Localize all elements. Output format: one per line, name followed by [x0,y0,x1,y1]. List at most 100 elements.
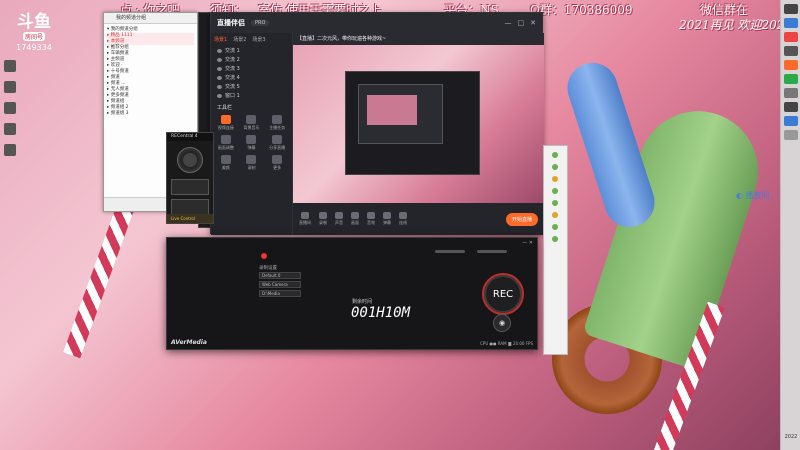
source-row[interactable]: 交流 5 [211,82,292,91]
minimize-icon[interactable]: — [505,19,512,27]
start-live-button[interactable]: 开始直播 [505,212,538,226]
path-field[interactable]: D:\Media [259,290,301,297]
control-dial[interactable] [177,147,203,173]
performance-status: CPU ●● RAM ◙ 20.00 FPS [480,341,533,346]
desktop-app-icon[interactable] [4,123,16,135]
close-icon[interactable]: ✕ [529,240,533,246]
bottom-tool[interactable]: 直播间 [299,212,311,226]
stream-preview[interactable]: 【直播】二次元风，带你玩遍各种游戏~ [293,33,544,203]
live-control-label[interactable]: Live Control [167,214,213,223]
desktop-app-icon[interactable] [4,144,16,156]
bottom-tool[interactable]: 弹幕 [383,212,391,226]
format-select[interactable]: Web Camera [259,281,301,288]
scene-panel: 场景1 场景2 场景3 交流 1 交流 2 交流 3 交流 4 交流 5 窗口 … [211,33,293,235]
tool-label: 画面调整 [217,145,234,150]
bottom-tool[interactable]: 音效 [367,212,375,226]
close-icon[interactable]: ✕ [530,19,536,27]
maximize-icon[interactable]: □ [518,19,525,27]
source-row[interactable]: 交流 4 [211,73,292,82]
desktop-app-icon[interactable] [4,81,16,93]
chat-dot-icon[interactable] [552,188,558,194]
taskbar-app-icon[interactable] [783,4,798,14]
source-row[interactable]: 交流 1 [211,46,292,55]
eye-icon[interactable] [217,57,222,62]
taskbar-clock: 2022 [784,434,798,440]
taskbar-app-icon[interactable] [783,88,798,98]
source-row[interactable]: 交流 2 [211,55,292,64]
source-select[interactable]: Default 0 [259,272,301,279]
camera-icon: ◉ [498,319,506,327]
bottom-tool-label: 音效 [367,220,375,225]
eye-icon[interactable] [217,66,222,71]
live-app-titlebar: 直播伴侣 PRO — □ ✕ [211,13,542,33]
donut-decoration [552,304,662,414]
source-row[interactable]: 交流 3 [211,64,292,73]
record-settings-label: 录制设置 [259,266,277,271]
taskbar-app-icon[interactable] [783,116,798,126]
eye-icon[interactable] [217,84,222,89]
bottom-tool[interactable]: 连线 [399,212,407,226]
minimize-icon[interactable]: — [522,240,527,246]
tab-scene-3[interactable]: 场景3 [252,36,265,43]
tab-scene-1[interactable]: 场景1 [214,36,227,43]
recentral-mini-window: RECentral 4 Live Control [166,132,214,224]
live-app-logo: 直播伴侣 [217,19,245,27]
taskbar-app-icon[interactable] [783,130,798,140]
chat-dot-icon[interactable] [552,176,558,182]
tool-button[interactable]: 分享直播 [266,135,288,151]
rec-button[interactable]: REC [482,273,524,315]
eye-icon[interactable] [217,48,222,53]
eye-icon[interactable] [217,75,222,80]
tab-scene-2[interactable]: 场景2 [233,36,246,43]
tool-button[interactable]: 更多 [266,155,288,171]
banner-segment: Q群：170386009 [530,3,633,17]
taskbar-app-icon[interactable] [783,18,798,28]
candy-stripe-decoration [63,201,135,359]
snapshot-button[interactable]: ◉ [493,314,511,332]
desktop-app-icon[interactable] [4,102,16,114]
chat-dot-icon[interactable] [552,164,558,170]
tool-button[interactable]: 背景音乐 [241,115,263,131]
bottom-tool[interactable]: 画面 [351,212,359,226]
tool-label: 视频连接 [217,125,234,130]
tool-label: 更多 [273,165,282,170]
preview-image [293,45,544,203]
taskbar-app-icon[interactable] [783,32,798,42]
tool-button[interactable]: 录制 [241,155,263,171]
green-cone-decoration [582,95,774,371]
taskbar-app-icon[interactable] [783,102,798,112]
tool-button[interactable]: 弹幕 [241,135,263,151]
eye-icon[interactable] [217,93,222,98]
link-icon [399,212,407,219]
bottom-tool[interactable]: 录制 [319,212,327,226]
bottom-tool[interactable]: 声音 [335,212,343,226]
blue-tube-decoration [560,56,662,234]
tool-button[interactable]: 美颜 [215,155,237,171]
taskbar-app-icon[interactable] [783,46,798,56]
tool-button[interactable]: 主播任务 [266,115,288,131]
volume-slider[interactable] [435,250,465,253]
douyu-logo-text: 斗鱼 [17,12,51,32]
taskbar-app-icon[interactable] [783,74,798,84]
tool-button[interactable]: 画面调整 [215,135,237,151]
chat-dot-icon[interactable] [552,212,558,218]
sound-icon [335,212,343,219]
chat-dot-icon[interactable] [552,200,558,206]
desktop-app-icon[interactable] [4,60,16,72]
bottom-tool-label: 画面 [351,220,359,225]
room-icon [301,212,309,219]
tools-grid: 视频连接 背景音乐 主播任务 画面调整 弹幕 分享直播 美颜 录制 更多 [211,115,292,171]
chat-dot-icon[interactable] [552,152,558,158]
chat-dot-icon[interactable] [552,224,558,230]
volume-slider-2[interactable] [477,250,507,253]
chat-dot-icon[interactable] [552,236,558,242]
taskbar-app-icon[interactable] [783,60,798,70]
tool-button[interactable]: 视频连接 [215,115,237,131]
screen-icon [351,212,359,219]
nested-capture-window [345,71,480,175]
source-row[interactable]: 窗口 1 [211,91,292,100]
channel-row[interactable]: ▸ 频道组 3 [107,111,194,117]
mini-settings-box [171,199,209,215]
tool-label: 分享直播 [269,145,286,150]
source-label: 交流 4 [225,75,240,81]
